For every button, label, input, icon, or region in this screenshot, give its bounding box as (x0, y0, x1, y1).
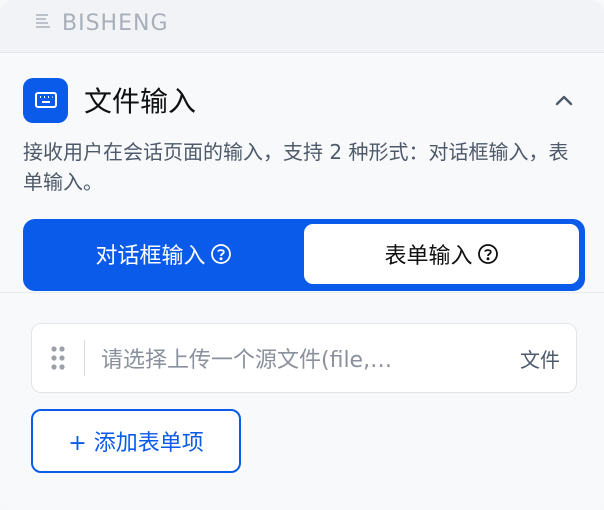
add-form-item-button[interactable]: + 添加表单项 (31, 409, 241, 473)
document-lines-icon (34, 11, 52, 36)
collapse-button[interactable] (550, 86, 578, 114)
item-divider (84, 340, 85, 376)
help-icon[interactable] (210, 243, 232, 265)
file-input-node: 文件输入 接收用户在会话页面的输入，支持 2 种形式：对话框输入，表单输入。 对… (0, 53, 604, 510)
tab-label: 对话框输入 (95, 244, 206, 269)
input-mode-switch: 对话框输入 表单输入 (23, 219, 585, 291)
brand-name: BISHENG (62, 10, 169, 36)
tab-form-input[interactable]: 表单输入 (304, 224, 579, 284)
drag-handle-icon[interactable] (32, 324, 84, 392)
form-item-placeholder[interactable]: 请选择上传一个源文件(file,… (101, 342, 520, 374)
node-header: 文件输入 (23, 77, 578, 123)
help-icon[interactable] (477, 243, 499, 265)
node-panel: BISHENG 文件输入 接收用户在会话页面的输入，支持 2 种形式：对话框输入… (0, 0, 604, 510)
tab-label: 表单输入 (384, 244, 473, 269)
node-title: 文件输入 (84, 85, 197, 118)
chevron-up-icon (555, 95, 573, 106)
keyboard-icon (23, 77, 68, 123)
form-item-type: 文件 (520, 347, 560, 372)
brand: BISHENG (34, 8, 169, 38)
previous-node-strip: BISHENG (0, 0, 604, 53)
tab-dialog-input[interactable]: 对话框输入 (26, 224, 301, 284)
node-description: 接收用户在会话页面的输入，支持 2 种形式：对话框输入，表单输入。 (23, 140, 569, 194)
form-item[interactable]: 请选择上传一个源文件(file,… 文件 (31, 323, 577, 393)
divider (0, 292, 604, 293)
